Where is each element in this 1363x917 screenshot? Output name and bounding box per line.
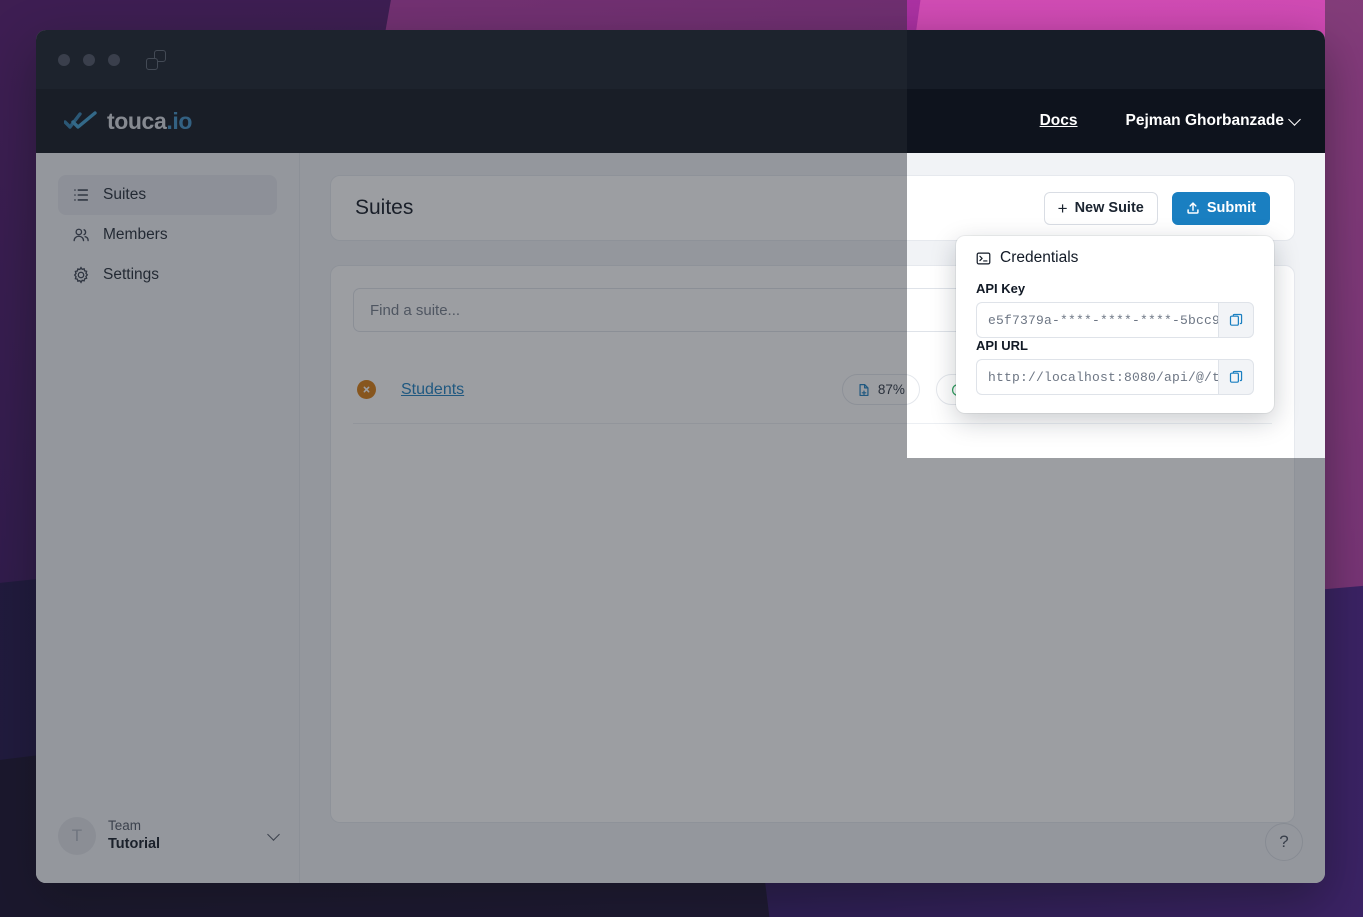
submit-button[interactable]: Submit xyxy=(1171,191,1270,225)
copy-api-key-button[interactable] xyxy=(1218,302,1254,338)
credentials-title: Credentials xyxy=(1000,249,1079,266)
upload-icon xyxy=(1187,202,1199,214)
account-name: Pejman Ghorbanzade xyxy=(1125,112,1284,129)
credentials-header: Credentials xyxy=(976,249,1254,267)
plus-icon: + xyxy=(1057,198,1068,218)
tabs-icon[interactable] xyxy=(146,49,166,70)
logo-tld: .io xyxy=(166,107,192,134)
help-button[interactable]: ? xyxy=(1265,823,1303,861)
team-switcher[interactable]: T Team Tutorial xyxy=(58,817,280,855)
sidebar-item-label: Members xyxy=(103,226,168,243)
clipboard-icon xyxy=(1229,370,1242,383)
api-key-field-group: API Key e5f7379a-****-****-****-5bcc9ecd… xyxy=(976,281,1254,338)
toolbar-actions: + New Suite Submit xyxy=(1043,191,1270,225)
new-suite-label: New Suite xyxy=(1074,200,1144,216)
close-icon xyxy=(363,386,370,393)
chevron-down-icon xyxy=(267,827,280,841)
avatar: T xyxy=(58,817,96,855)
close-icon[interactable] xyxy=(58,53,70,66)
nav-docs[interactable]: Docs xyxy=(1040,112,1078,130)
touca-logo[interactable]: touca.io xyxy=(64,108,192,135)
gear-icon xyxy=(73,266,89,284)
sidebar-item-label: Suites xyxy=(103,186,147,203)
api-key-label: API Key xyxy=(976,281,1026,296)
page-title: Suites xyxy=(355,196,414,219)
copy-api-url-button[interactable] xyxy=(1218,359,1254,395)
people-icon xyxy=(73,228,89,242)
account-menu[interactable]: Pejman Ghorbanzade xyxy=(1125,112,1301,130)
sidebar-item-suites[interactable]: Suites xyxy=(58,175,277,215)
clipboard-icon xyxy=(1229,313,1242,326)
credentials-popover: Credentials API Key e5f7379a-****-****-*… xyxy=(956,236,1274,413)
sidebar-item-members[interactable]: Members xyxy=(58,215,277,255)
logo-checkmarks-icon xyxy=(64,111,97,129)
app-header: touca.io Docs Pejman Ghorbanzade xyxy=(36,89,1325,153)
chevron-down-icon xyxy=(1288,112,1301,126)
api-key-input[interactable]: e5f7379a-****-****-****-5bcc9ecd096 xyxy=(976,302,1218,338)
header-nav: Docs Pejman Ghorbanzade xyxy=(1040,112,1301,130)
sidebar-item-label: Settings xyxy=(103,266,160,283)
sidebar: Suites Members Settings T Team Tutorial xyxy=(36,153,300,883)
badge-coverage: 87% xyxy=(841,374,920,405)
api-url-input[interactable]: http://localhost:8080/api/@/tutoria xyxy=(976,359,1218,395)
maximize-icon[interactable] xyxy=(108,53,120,66)
submit-label: Submit xyxy=(1206,200,1256,216)
terminal-icon xyxy=(976,252,991,264)
api-url-field-group: API URL http://localhost:8080/api/@/tuto… xyxy=(976,338,1254,395)
sidebar-item-settings[interactable]: Settings xyxy=(58,255,277,295)
list-icon xyxy=(74,189,89,201)
api-url-row: http://localhost:8080/api/@/tutoria xyxy=(976,359,1254,395)
team-name: Tutorial xyxy=(108,836,161,853)
file-percent-icon xyxy=(859,383,869,396)
browser-window: touca.io Docs Pejman Ghorbanzade Suites xyxy=(36,30,1325,883)
page-toolbar: Suites + New Suite Submit xyxy=(330,175,1295,241)
window-titlebar xyxy=(36,30,1325,89)
api-key-row: e5f7379a-****-****-****-5bcc9ecd096 xyxy=(976,302,1254,338)
status-badge xyxy=(357,380,376,399)
new-suite-button[interactable]: + New Suite xyxy=(1043,191,1158,225)
api-url-label: API URL xyxy=(976,338,1028,353)
suite-link[interactable]: Students xyxy=(401,381,464,399)
window-controls[interactable] xyxy=(58,53,120,66)
logo-name: touca xyxy=(107,107,167,134)
team-label: Team xyxy=(108,818,142,834)
minimize-icon[interactable] xyxy=(83,53,95,66)
badge-label: 87% xyxy=(877,382,905,397)
